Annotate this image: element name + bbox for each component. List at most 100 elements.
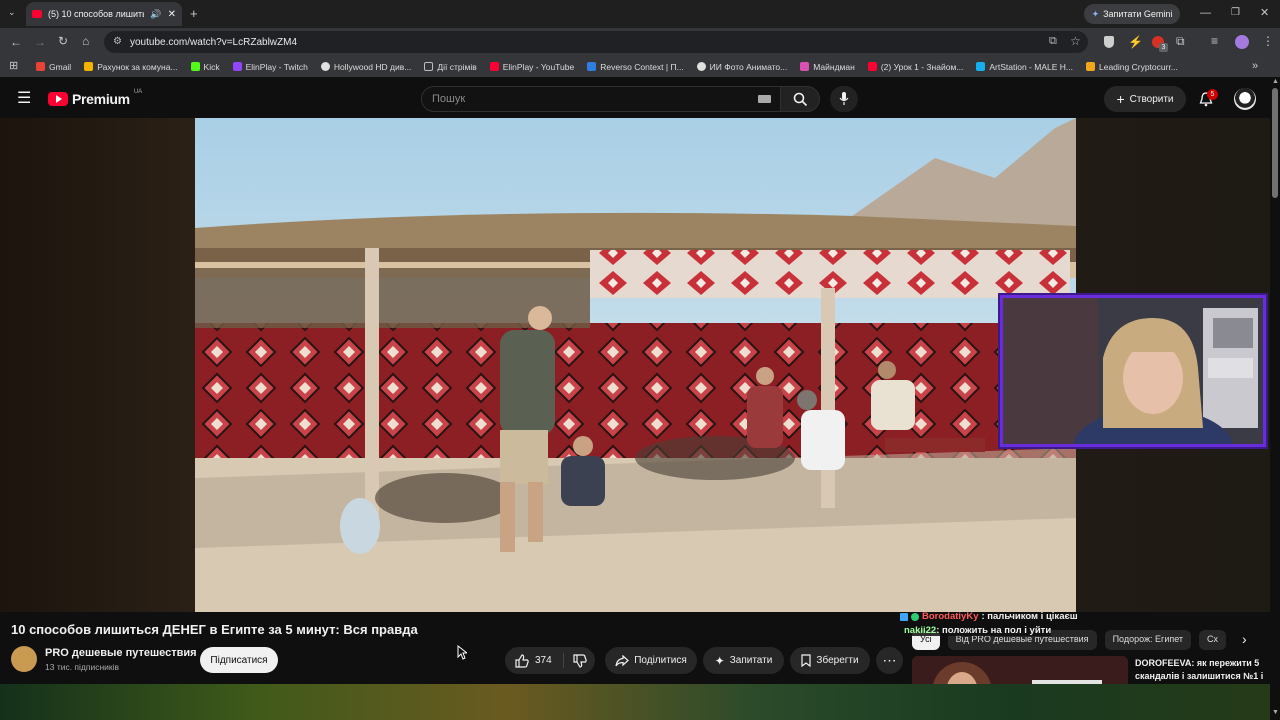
bookmark-reverso[interactable]: Reverso Context | П... xyxy=(587,62,684,72)
forward-icon[interactable]: → xyxy=(34,36,46,48)
install-app-icon[interactable]: ⧉ xyxy=(1049,35,1057,48)
page-scrollbar[interactable]: ▲ ▼ xyxy=(1270,78,1280,720)
bookmark-mindman[interactable]: Майндман xyxy=(800,62,855,72)
more-actions-button[interactable]: ⋯ xyxy=(876,647,903,674)
create-button[interactable]: + Створити xyxy=(1104,86,1186,112)
share-button[interactable]: Поділитися xyxy=(605,647,697,674)
bookmark-crypto[interactable]: Leading Cryptocurr... xyxy=(1086,62,1178,72)
extension-badge: 3 xyxy=(1159,43,1168,52)
more-bookmarks-icon[interactable]: » xyxy=(1252,61,1258,72)
webcam-image xyxy=(1003,298,1263,444)
microphone-icon xyxy=(839,92,849,105)
bookmark-folder-streams[interactable]: Дії стрімів xyxy=(424,62,477,72)
kick-icon xyxy=(190,62,200,71)
extensions-puzzle-icon[interactable]: ⧉ xyxy=(1176,35,1185,47)
shield-extension-icon[interactable] xyxy=(1104,36,1114,48)
scroll-up-icon[interactable]: ▲ xyxy=(1272,78,1279,85)
like-count: 374 xyxy=(535,655,552,666)
chip-more[interactable]: Сх xyxy=(1199,630,1227,650)
bookmark-hollywood[interactable]: Hollywood HD див... xyxy=(320,62,411,72)
keyboard-icon[interactable] xyxy=(758,95,771,103)
chat-username: BorodatiyKy xyxy=(922,611,979,622)
region-code: UA xyxy=(133,89,143,95)
search-input[interactable]: Пошук xyxy=(421,86,781,112)
plus-icon: + xyxy=(1116,91,1125,107)
thumbs-down-icon[interactable] xyxy=(573,654,587,668)
chips-next-chevron-icon[interactable]: › xyxy=(1239,631,1250,647)
speaker-icon[interactable]: 🔊 xyxy=(150,9,161,20)
chat-text: : положить на пол і уйти xyxy=(936,625,1052,636)
save-label: Зберегти xyxy=(816,655,859,666)
maximize-icon[interactable]: ❐ xyxy=(1231,8,1240,18)
youtube-header: ☰ Premium UA Пошук + Створити 5 xyxy=(0,78,1280,120)
bolt-extension-icon[interactable]: ⚡ xyxy=(1128,36,1143,48)
menu-hamburger-icon[interactable]: ☰ xyxy=(17,91,31,107)
bookmark-ai-photo[interactable]: ИИ Фото Анимато... xyxy=(696,62,787,72)
chrome-menu-icon[interactable]: ⋮ xyxy=(1262,35,1274,47)
tab-search-icon[interactable]: ⌄ xyxy=(8,8,16,17)
voice-search-button[interactable] xyxy=(830,86,858,112)
create-label: Створити xyxy=(1129,93,1174,105)
bookmarks-bar: ⊞ Gmail Рахунок за комуна... Kick ElinPl… xyxy=(0,56,1280,78)
bookmark-gmail[interactable]: Gmail xyxy=(36,62,71,72)
bookmark-artstation[interactable]: ArtStation - MALE H... xyxy=(976,62,1073,72)
scrollbar-thumb[interactable] xyxy=(1272,88,1278,198)
hollywood-icon xyxy=(320,62,330,71)
bookmark-elinplay-youtube[interactable]: ElinPlay - YouTube xyxy=(489,62,574,72)
browser-tab-bar: ⌄ (5) 10 способов лишиться 🔊 ✕ + ✦ Запит… xyxy=(0,0,1280,28)
channel-avatar[interactable] xyxy=(11,646,37,672)
search-button[interactable] xyxy=(780,86,820,112)
like-dislike-group: 374 xyxy=(505,647,595,674)
ask-gemini-button[interactable]: ✦ Запитати Gemini xyxy=(1084,4,1180,24)
url-input[interactable]: ⚙ youtube.com/watch?v=LcRZablwZM4 ⧉ ☆ xyxy=(104,31,1088,53)
bookmark-lesson[interactable]: (2) Урок 1 - Знайом... xyxy=(867,62,963,72)
minimize-icon[interactable]: — xyxy=(1200,8,1211,19)
bookmark-star-icon[interactable]: ☆ xyxy=(1070,34,1081,48)
reading-list-icon[interactable]: ≡ xyxy=(1211,35,1218,47)
video-player[interactable] xyxy=(195,118,1076,612)
new-tab-icon[interactable]: + xyxy=(190,7,198,20)
gmail-icon xyxy=(36,62,45,71)
save-button[interactable]: Зберегти xyxy=(790,647,870,674)
youtube-icon xyxy=(489,62,499,71)
home-icon[interactable]: ⌂ xyxy=(82,35,89,47)
reverso-icon xyxy=(587,62,597,71)
ai-photo-icon xyxy=(696,62,706,71)
more-horizontal-icon: ⋯ xyxy=(882,652,897,668)
bookmark-utility-bill[interactable]: Рахунок за комуна... xyxy=(84,62,178,72)
youtube-logo[interactable]: Premium UA xyxy=(48,89,143,107)
bookmark-icon xyxy=(801,654,812,667)
back-icon[interactable]: ← xyxy=(10,36,22,48)
url-text: youtube.com/watch?v=LcRZablwZM4 xyxy=(130,36,298,48)
bookmark-twitch[interactable]: ElinPlay - Twitch xyxy=(232,62,308,72)
close-tab-icon[interactable]: ✕ xyxy=(168,9,176,20)
streamer-webcam-overlay xyxy=(1000,295,1266,447)
channel-name[interactable]: PRO дешевые путешествия xyxy=(45,647,197,659)
address-bar: ← → ↻ ⌂ ⚙ youtube.com/watch?v=LcRZablwZM… xyxy=(0,28,1280,56)
subscribe-button[interactable]: Підписатися xyxy=(200,647,278,673)
bookmark-kick[interactable]: Kick xyxy=(190,62,220,72)
stream-chat-overlay: BorodatiyKy : пальчиком і цікаєш nakii22… xyxy=(900,611,1190,636)
search-icon xyxy=(793,92,808,107)
ask-button[interactable]: ✦ Запитати xyxy=(703,647,784,674)
bill-icon xyxy=(84,62,94,71)
subscriber-count: 13 тис. підписників xyxy=(45,662,120,672)
gemini-label: Запитати Gemini xyxy=(1103,9,1173,19)
profile-avatar[interactable] xyxy=(1235,35,1249,49)
apps-grid-icon[interactable]: ⊞ xyxy=(9,61,18,72)
share-arrow-icon xyxy=(615,654,630,666)
like-button[interactable]: 374 xyxy=(515,653,552,668)
like-divider xyxy=(563,653,564,668)
video-title: 10 способов лишиться ДЕНЕГ в Египте за 5… xyxy=(11,622,418,637)
site-info-icon[interactable]: ⚙ xyxy=(113,36,122,47)
browser-tab[interactable]: (5) 10 способов лишиться 🔊 ✕ xyxy=(26,2,182,26)
chat-message: BorodatiyKy : пальчиком і цікаєш xyxy=(900,611,1190,622)
mindman-icon xyxy=(800,62,810,71)
youtube-icon xyxy=(867,62,877,71)
artstation-icon xyxy=(976,62,986,71)
close-window-icon[interactable]: ✕ xyxy=(1260,8,1269,19)
scroll-down-icon[interactable]: ▼ xyxy=(1272,709,1279,716)
reload-icon[interactable]: ↻ xyxy=(58,35,68,47)
folder-icon xyxy=(424,62,434,71)
account-avatar[interactable] xyxy=(1234,88,1256,110)
